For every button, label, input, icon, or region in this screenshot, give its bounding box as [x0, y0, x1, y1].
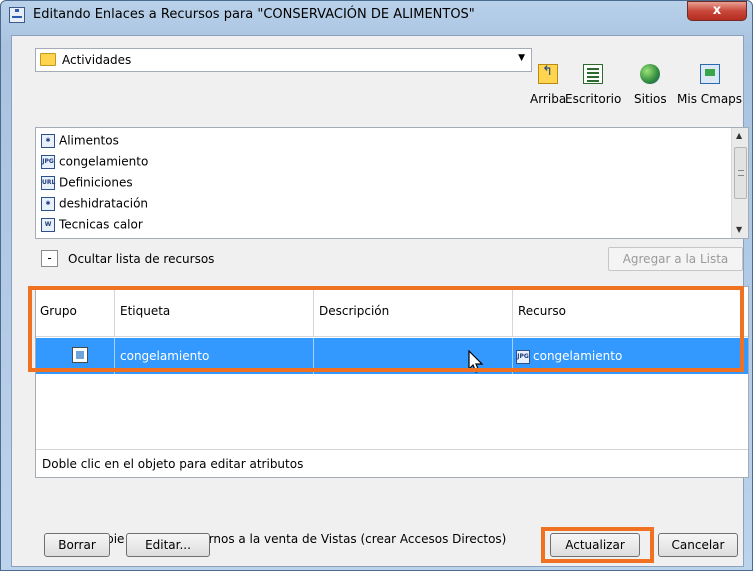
cmap-icon: ✱ — [41, 196, 55, 211]
jpg-icon: JPG — [41, 154, 55, 169]
up-label: Arriba — [530, 92, 567, 106]
scroll-down-icon[interactable]: ▼ — [736, 225, 742, 234]
folder-up-icon — [538, 64, 559, 84]
list-item[interactable]: JPG congelamiento — [41, 154, 148, 174]
table-highlight-box — [28, 286, 744, 372]
update-highlight-box — [541, 527, 654, 563]
table-status-text: Doble clic en el objeto para editar atri… — [42, 457, 304, 471]
cmap-icon: ✱ — [41, 133, 55, 148]
vertical-scrollbar[interactable]: ▲ ▼ — [731, 128, 748, 238]
title-bar: Editando Enlaces a Recursos para "CONSER… — [1, 1, 752, 29]
cmap-app-icon — [9, 7, 25, 23]
list-item[interactable]: W Tecnicas calor — [41, 217, 143, 237]
grip-icon — [738, 170, 744, 176]
scroll-up-icon[interactable]: ▲ — [736, 131, 742, 140]
edit-button[interactable]: Editar... — [126, 533, 210, 557]
window-title: Editando Enlaces a Recursos para "CONSER… — [33, 7, 475, 22]
chevron-down-icon: ▼ — [518, 53, 525, 63]
hide-list-toggle[interactable]: - — [41, 250, 58, 267]
hide-list-label: Ocultar lista de recursos — [68, 252, 215, 266]
cancel-button[interactable]: Cancelar — [658, 533, 738, 557]
desktop-label: Escritorio — [565, 92, 622, 106]
list-item[interactable]: ✱ Alimentos — [41, 133, 119, 153]
doc-icon: W — [41, 217, 55, 232]
desktop-icon — [583, 64, 604, 84]
my-cmaps-label: Mis Cmaps — [677, 92, 743, 106]
location-value: Actividades — [62, 53, 132, 67]
location-dropdown[interactable]: Actividades ▼ — [35, 48, 532, 72]
list-item[interactable]: URL Definiciones — [41, 175, 133, 195]
desktop-button[interactable]: Escritorio — [565, 64, 621, 106]
status-divider — [36, 449, 748, 450]
add-to-list-button[interactable]: Agregar a la Lista — [608, 247, 743, 271]
sites-button[interactable]: Sitios — [634, 64, 667, 106]
folder-icon — [40, 53, 56, 66]
globe-icon — [640, 64, 661, 84]
my-cmaps-button[interactable]: Mis Cmaps — [677, 64, 742, 106]
sites-label: Sitios — [634, 92, 667, 106]
list-item[interactable]: ✱ deshidratación — [41, 196, 148, 216]
delete-button[interactable]: Borrar — [44, 533, 110, 557]
computer-icon — [699, 64, 720, 84]
close-button[interactable]: x — [687, 1, 747, 21]
resource-list[interactable]: ✱ Alimentos JPG congelamiento URL Definicio… — [35, 127, 749, 239]
url-icon: URL — [41, 175, 55, 190]
dialog-window: Editando Enlaces a Recursos para "CONSER… — [0, 0, 753, 571]
up-button[interactable]: Arriba — [530, 64, 566, 106]
